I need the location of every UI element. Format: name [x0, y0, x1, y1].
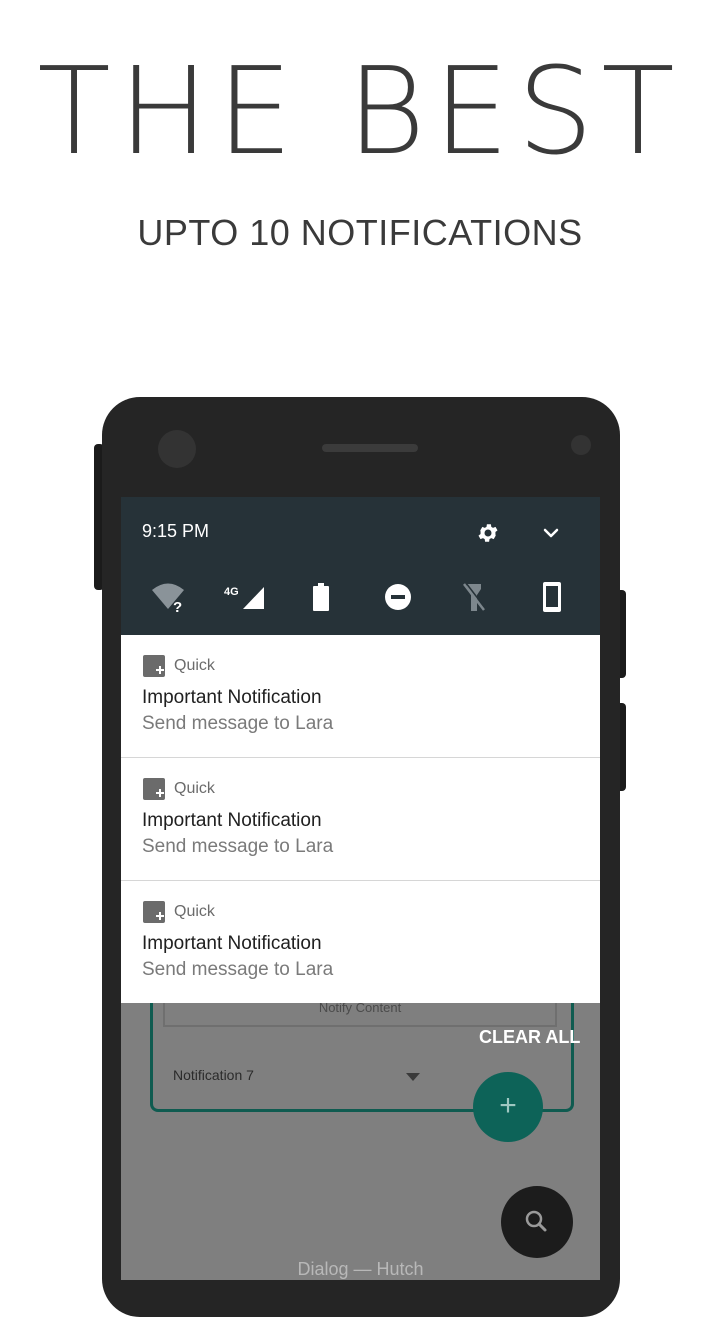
clear-all-button[interactable]: CLEAR ALL — [479, 1027, 580, 1048]
do-not-disturb-icon[interactable] — [383, 581, 413, 618]
dropdown-arrow-icon[interactable] — [406, 1073, 420, 1081]
notification-app-name: Quick — [174, 657, 215, 674]
notification-card[interactable]: Quick Important Notification Send messag… — [121, 881, 600, 1003]
proximity-sensor — [571, 435, 591, 455]
notification-app-name: Quick — [174, 903, 215, 920]
search-fab-button[interactable] — [501, 1186, 573, 1258]
cellular-4g-icon[interactable]: 4G — [223, 581, 267, 618]
notification-title: Important Notification — [142, 687, 322, 708]
app-icon — [143, 901, 165, 923]
promo-headline: THE BEST — [37, 43, 683, 182]
phone-rotate-icon[interactable] — [540, 581, 564, 618]
notification-shade-header: 9:15 PM ? 4G — [121, 497, 600, 635]
notification-dropdown[interactable]: Notification 7 — [173, 1067, 254, 1083]
quick-settings-row: ? 4G — [121, 581, 600, 617]
notification-title: Important Notification — [142, 933, 322, 954]
chevron-down-icon[interactable] — [541, 523, 561, 548]
phone-screen: Notify Content Notification 7 + Dialog —… — [121, 497, 600, 1280]
promo-subheadline: UPTO 10 NOTIFICATIONS — [137, 212, 583, 253]
search-icon — [525, 1210, 547, 1232]
battery-icon[interactable] — [311, 581, 331, 618]
app-icon — [143, 778, 165, 800]
earpiece-speaker — [322, 444, 418, 452]
front-camera — [158, 430, 196, 468]
status-time: 9:15 PM — [142, 521, 210, 541]
notification-text: Send message to Lara — [142, 713, 334, 734]
notification-card[interactable]: Quick Important Notification Send messag… — [121, 758, 600, 881]
notification-app-name: Quick — [174, 780, 215, 797]
flashlight-off-icon[interactable] — [461, 581, 487, 618]
notification-text: Send message to Lara — [142, 836, 334, 857]
app-icon — [143, 655, 165, 677]
network-type-label: 4G — [224, 586, 239, 598]
gear-icon[interactable] — [476, 521, 500, 550]
notification-card[interactable]: Quick Important Notification Send messag… — [121, 635, 600, 758]
notification-title: Important Notification — [142, 810, 322, 831]
add-fab-button[interactable]: + — [473, 1072, 543, 1142]
wifi-unknown-icon[interactable]: ? — [151, 581, 187, 618]
app-bottom-title: Dialog — Hutch — [297, 1259, 424, 1279]
notification-text: Send message to Lara — [142, 959, 334, 980]
svg-text:?: ? — [173, 599, 182, 613]
